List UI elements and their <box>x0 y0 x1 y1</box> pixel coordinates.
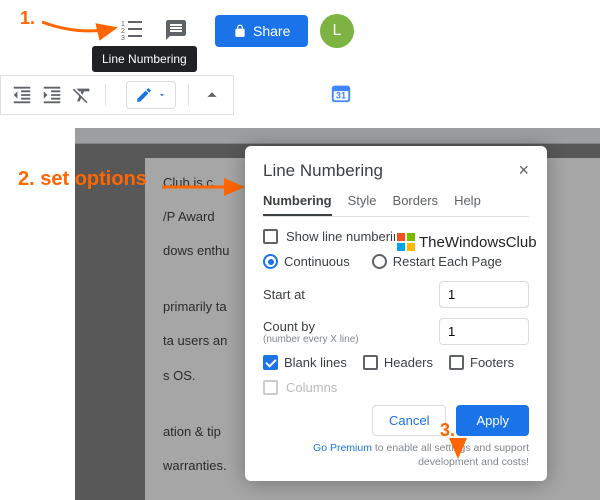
comment-icon[interactable] <box>164 18 188 42</box>
arrow-1 <box>40 18 120 44</box>
svg-text:1: 1 <box>121 21 125 28</box>
premium-text: Go Premium to enable all settings and su… <box>263 442 529 469</box>
blank-lines-checkbox[interactable] <box>263 355 278 370</box>
svg-text:31: 31 <box>336 91 346 101</box>
arrow-2 <box>160 175 250 199</box>
cancel-button[interactable]: Cancel <box>372 405 446 436</box>
avatar[interactable]: L <box>320 14 354 48</box>
windows-icon <box>397 233 415 251</box>
calendar-icon[interactable]: 31 <box>330 82 352 104</box>
edit-mode-button[interactable] <box>126 81 176 109</box>
tooltip-line-numbering: Line Numbering <box>92 46 197 72</box>
columns-checkbox <box>263 380 278 395</box>
secondary-toolbar <box>0 75 234 115</box>
tab-help[interactable]: Help <box>454 193 481 216</box>
clear-format-icon[interactable] <box>71 84 93 106</box>
lock-icon <box>233 24 247 38</box>
share-label: Share <box>253 23 290 39</box>
columns-label: Columns <box>286 380 529 395</box>
indent-icon[interactable] <box>41 84 63 106</box>
start-at-label: Start at <box>263 287 439 302</box>
go-premium-link[interactable]: Go Premium <box>313 442 372 454</box>
line-numbering-dialog: Line Numbering × Numbering Style Borders… <box>245 146 547 481</box>
watermark: TheWindowsClub <box>395 232 539 252</box>
chevron-down-icon <box>157 90 167 100</box>
share-button[interactable]: Share <box>215 15 308 47</box>
show-line-numbering-checkbox[interactable] <box>263 229 278 244</box>
pen-icon <box>135 86 153 104</box>
start-at-input[interactable] <box>439 281 529 308</box>
tab-borders[interactable]: Borders <box>393 193 439 216</box>
annotation-1: 1. <box>20 8 35 29</box>
footers-checkbox[interactable] <box>449 355 464 370</box>
tab-style[interactable]: Style <box>348 193 377 216</box>
dialog-title: Line Numbering <box>263 161 383 181</box>
count-by-input[interactable] <box>439 318 529 345</box>
tab-numbering[interactable]: Numbering <box>263 193 332 216</box>
outdent-icon[interactable] <box>11 84 33 106</box>
line-numbering-icon[interactable]: 123 <box>120 18 144 42</box>
close-icon[interactable]: × <box>518 160 529 181</box>
svg-text:3: 3 <box>121 35 125 42</box>
chevron-up-icon[interactable] <box>201 84 223 106</box>
count-by-label: Count by(number every X line) <box>263 319 439 345</box>
restart-each-page-radio[interactable]: Restart Each Page <box>372 254 502 269</box>
annotation-2: 2. set options <box>18 168 147 191</box>
continuous-radio[interactable]: Continuous <box>263 254 350 269</box>
apply-button[interactable]: Apply <box>456 405 529 436</box>
headers-checkbox[interactable] <box>363 355 378 370</box>
arrow-3 <box>448 436 468 462</box>
svg-text:2: 2 <box>121 28 125 35</box>
